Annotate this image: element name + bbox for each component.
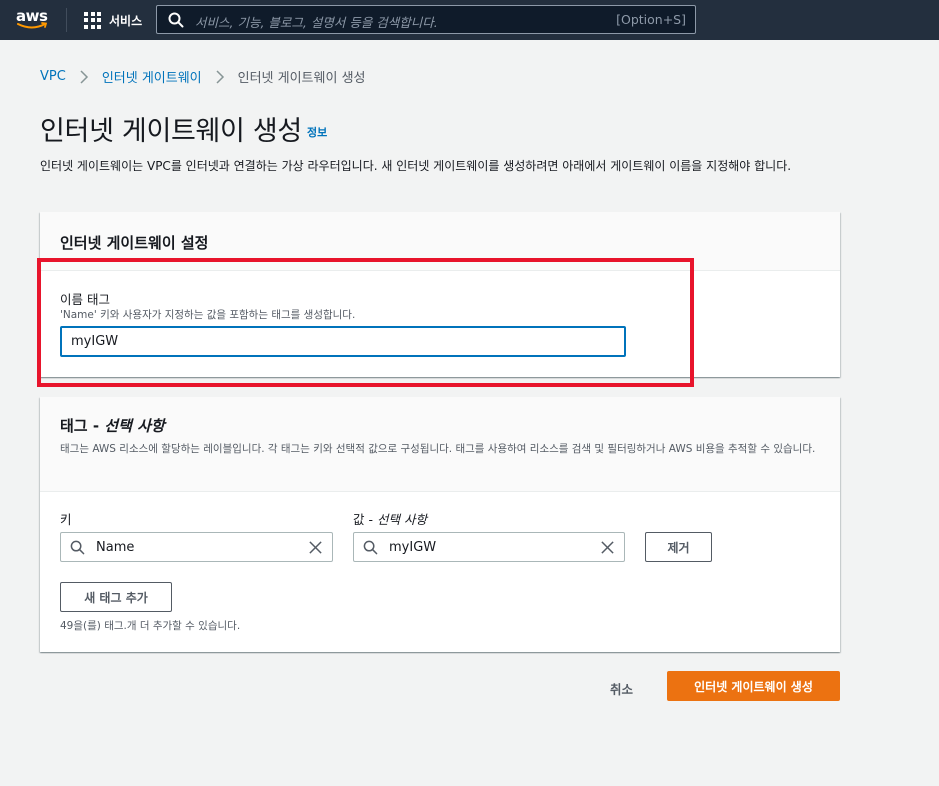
breadcrumb: VPC 인터넷 게이트웨이 인터넷 게이트웨이 생성 (40, 67, 366, 86)
tag-value-label-optional: 선택 사항 (376, 512, 427, 527)
name-tag-label: 이름 태그 (60, 292, 110, 307)
nav-divider (66, 8, 67, 32)
chevron-right-icon (216, 69, 224, 84)
page-title: 인터넷 게이트웨이 생성 (40, 116, 302, 147)
grid-menu-icon (84, 11, 101, 29)
aws-logo[interactable]: aws (16, 7, 52, 33)
aws-smile-icon (17, 22, 48, 29)
name-tag-input-value: myIGW (71, 334, 119, 349)
tag-value-input[interactable]: myIGW (353, 532, 625, 562)
breadcrumb-vpc-link[interactable]: VPC (40, 69, 66, 84)
tags-panel-description: 태그는 AWS 리소스에 할당하는 레이블입니다. 각 태그는 키와 선택적 값… (60, 443, 816, 455)
tag-value-label-prefix: 값 - (353, 512, 377, 527)
tag-value-value: myIGW (389, 540, 437, 555)
chevron-right-icon (80, 69, 88, 84)
global-search-input[interactable]: 서비스, 기능, 블로그, 설명서 등을 검색합니다. [Option+S] (156, 5, 696, 34)
close-icon[interactable] (308, 540, 323, 555)
tag-key-label: 키 (60, 512, 72, 527)
search-icon (168, 12, 184, 28)
name-tag-input[interactable]: myIGW (60, 326, 626, 357)
remove-tag-button[interactable]: 제거 (645, 532, 712, 562)
name-tag-hint: 'Name' 키와 사용자가 지정하는 값을 포함하는 태그를 생성합니다. (60, 309, 356, 321)
info-link[interactable]: 정보 (307, 124, 327, 140)
add-tag-button[interactable]: 새 태그 추가 (60, 582, 172, 612)
settings-panel-title: 인터넷 게이트웨이 설정 (60, 234, 209, 252)
tag-key-value: Name (96, 540, 135, 555)
services-label: 서비스 (109, 13, 143, 28)
close-icon[interactable] (600, 540, 615, 555)
tag-limit-text: 49을(를) 태그.개 더 추가할 수 있습니다. (60, 620, 241, 632)
tags-title-optional: 선택 사항 (104, 417, 165, 435)
tags-title-prefix: 태그 - (60, 417, 105, 435)
search-icon (363, 540, 378, 555)
search-icon (70, 540, 85, 555)
tags-panel-title: 태그 - 선택 사항 (60, 415, 165, 436)
cancel-button[interactable]: 취소 (610, 679, 633, 698)
create-igw-button[interactable]: 인터넷 게이트웨이 생성 (667, 671, 840, 701)
breadcrumb-igw-link[interactable]: 인터넷 게이트웨이 (102, 67, 202, 86)
top-navigation-bar: aws 서비스 서비스, 기능, 블로그, 설명서 등을 검색합니다. [Opt… (0, 0, 939, 40)
tag-key-input[interactable]: Name (60, 532, 333, 562)
services-menu-button[interactable]: 서비스 (84, 10, 142, 30)
page-description: 인터넷 게이트웨이는 VPC를 인터넷과 연결하는 가상 라우터입니다. 새 인… (40, 159, 792, 173)
search-placeholder: 서비스, 기능, 블로그, 설명서 등을 검색합니다. (195, 15, 438, 30)
breadcrumb-current: 인터넷 게이트웨이 생성 (237, 71, 366, 86)
search-shortcut-hint: [Option+S] (616, 12, 686, 27)
tag-value-label: 값 - 선택 사항 (353, 509, 427, 528)
